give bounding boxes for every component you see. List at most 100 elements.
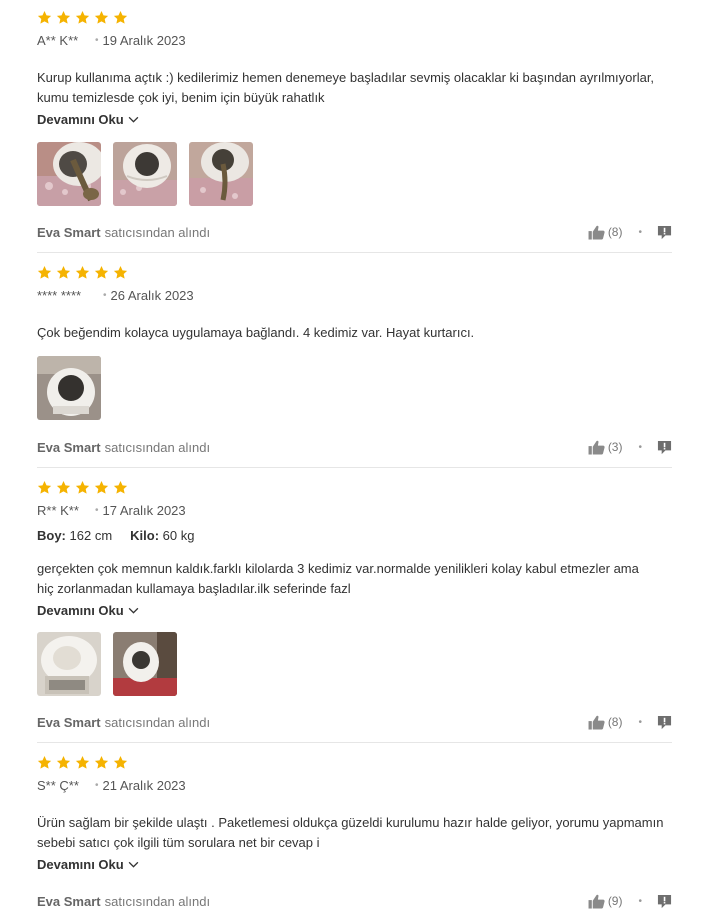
review-photos — [37, 632, 672, 696]
chevron-down-icon — [128, 861, 139, 868]
review-text: Ürün sağlam bir şekilde ulaştı . Paketle… — [37, 813, 672, 853]
seller-suffix: satıcısından alındı — [104, 439, 211, 455]
reviewer-name: A** K** — [37, 32, 79, 48]
seller-suffix: satıcısından alındı — [104, 893, 211, 909]
star-icon — [37, 265, 52, 280]
star-icon — [94, 265, 109, 280]
star-icon — [94, 10, 109, 25]
star-icon — [113, 10, 128, 25]
review-photo[interactable] — [37, 356, 101, 420]
reviewer-attributes: Boy: 162 cm Kilo: 60 kg — [37, 528, 672, 544]
read-more-button[interactable]: Devamını Oku — [37, 855, 139, 873]
review-footer: Eva Smart satıcısından alındı (3) • — [37, 437, 672, 457]
star-icon — [37, 10, 52, 25]
like-count: (8) — [607, 225, 623, 239]
separator-dot: • — [638, 226, 642, 238]
review-photo[interactable] — [37, 142, 101, 206]
like-count: (9) — [607, 894, 623, 908]
seller-name[interactable]: Eva Smart — [37, 440, 101, 455]
review-text-line: Kurup kullanıma açtık :) kedilerimiz hem… — [37, 70, 655, 85]
star-icon — [37, 755, 52, 770]
review-photo[interactable] — [189, 142, 253, 206]
read-more-label: Devamını Oku — [37, 111, 124, 127]
rating-stars — [37, 10, 672, 24]
review-item: **** **** • 26 Aralık 2023 Çok beğendim … — [37, 265, 672, 420]
rating-stars — [37, 265, 672, 279]
review-date: 21 Aralık 2023 — [102, 777, 186, 793]
report-icon[interactable] — [657, 225, 672, 240]
review-photos — [37, 142, 672, 206]
review-footer: Eva Smart satıcısından alındı (8) • — [37, 222, 672, 242]
review-text-line: gerçekten çok memnun kaldık.farklı kilol… — [37, 561, 639, 576]
reviewer-name: **** **** — [37, 287, 82, 303]
reviewer-name: R** K** — [37, 502, 79, 518]
star-icon — [113, 755, 128, 770]
review-date: 17 Aralık 2023 — [102, 502, 186, 518]
like-count: (3) — [607, 440, 623, 454]
review-footer: Eva Smart satıcısından alındı (9) • — [37, 891, 672, 911]
review-text: gerçekten çok memnun kaldık.farklı kilol… — [37, 559, 672, 599]
chevron-down-icon — [128, 607, 139, 614]
review-photo[interactable] — [113, 142, 177, 206]
thumbs-up-icon[interactable] — [588, 715, 605, 730]
star-icon — [94, 480, 109, 495]
read-more-label: Devamını Oku — [37, 856, 124, 872]
chevron-down-icon — [128, 116, 139, 123]
thumbs-up-icon[interactable] — [588, 440, 605, 455]
review-text-line: kumu temizlesde çok iyi, benim için büyü… — [37, 90, 325, 105]
star-icon — [37, 480, 52, 495]
report-icon[interactable] — [657, 440, 672, 455]
separator-dot: • — [95, 504, 99, 516]
weight-attribute: Kilo: 60 kg — [130, 528, 195, 543]
review-divider — [37, 252, 672, 253]
review-footer: Eva Smart satıcısından alındı (8) • — [37, 712, 672, 732]
separator-dot: • — [638, 716, 642, 728]
review-divider — [37, 467, 672, 468]
star-icon — [75, 755, 90, 770]
separator-dot: • — [638, 895, 642, 907]
star-icon — [56, 755, 71, 770]
review-item: A** K** • 19 Aralık 2023 Kurup kullanıma… — [37, 10, 672, 206]
review-photo[interactable] — [37, 632, 101, 696]
review-text-line: Ürün sağlam bir şekilde ulaştı . Paketle… — [37, 815, 664, 830]
star-icon — [75, 480, 90, 495]
height-attribute: Boy: 162 cm — [37, 528, 113, 543]
review-date: 26 Aralık 2023 — [110, 287, 194, 303]
seller-name[interactable]: Eva Smart — [37, 715, 101, 730]
review-item: S** Ç** • 21 Aralık 2023 Ürün sağlam bir… — [37, 755, 672, 874]
read-more-label: Devamını Oku — [37, 602, 124, 618]
rating-stars — [37, 755, 672, 769]
seller-suffix: satıcısından alındı — [104, 224, 211, 240]
review-text: Çok beğendim kolayca uygulamaya bağlandı… — [37, 323, 672, 343]
review-text-line: sebebi satıcı çok ilgili tüm sorulara ne… — [37, 835, 320, 850]
review-text-line: Çok beğendim kolayca uygulamaya bağlandı… — [37, 325, 475, 340]
review-date: 19 Aralık 2023 — [102, 32, 186, 48]
separator-dot: • — [638, 441, 642, 453]
like-count: (8) — [607, 715, 623, 729]
star-icon — [113, 265, 128, 280]
separator-dot: • — [103, 289, 107, 301]
star-icon — [56, 10, 71, 25]
thumbs-up-icon[interactable] — [588, 225, 605, 240]
read-more-button[interactable]: Devamını Oku — [37, 110, 139, 128]
thumbs-up-icon[interactable] — [588, 894, 605, 909]
review-divider — [37, 742, 672, 743]
separator-dot: • — [95, 779, 99, 791]
review-item: R** K** • 17 Aralık 2023 Boy: 162 cm Kil… — [37, 480, 672, 696]
star-icon — [113, 480, 128, 495]
seller-name[interactable]: Eva Smart — [37, 894, 101, 909]
rating-stars — [37, 480, 672, 494]
seller-name[interactable]: Eva Smart — [37, 225, 101, 240]
star-icon — [75, 265, 90, 280]
star-icon — [56, 265, 71, 280]
report-icon[interactable] — [657, 894, 672, 909]
star-icon — [56, 480, 71, 495]
seller-suffix: satıcısından alındı — [104, 714, 211, 730]
reviewer-name: S** Ç** — [37, 777, 79, 793]
review-text-line: hiç zorlanmadan kullamaya başladılar.ilk… — [37, 581, 351, 596]
review-photo[interactable] — [113, 632, 177, 696]
report-icon[interactable] — [657, 715, 672, 730]
read-more-button[interactable]: Devamını Oku — [37, 601, 139, 619]
review-photos — [37, 356, 672, 420]
review-text: Kurup kullanıma açtık :) kedilerimiz hem… — [37, 68, 672, 108]
